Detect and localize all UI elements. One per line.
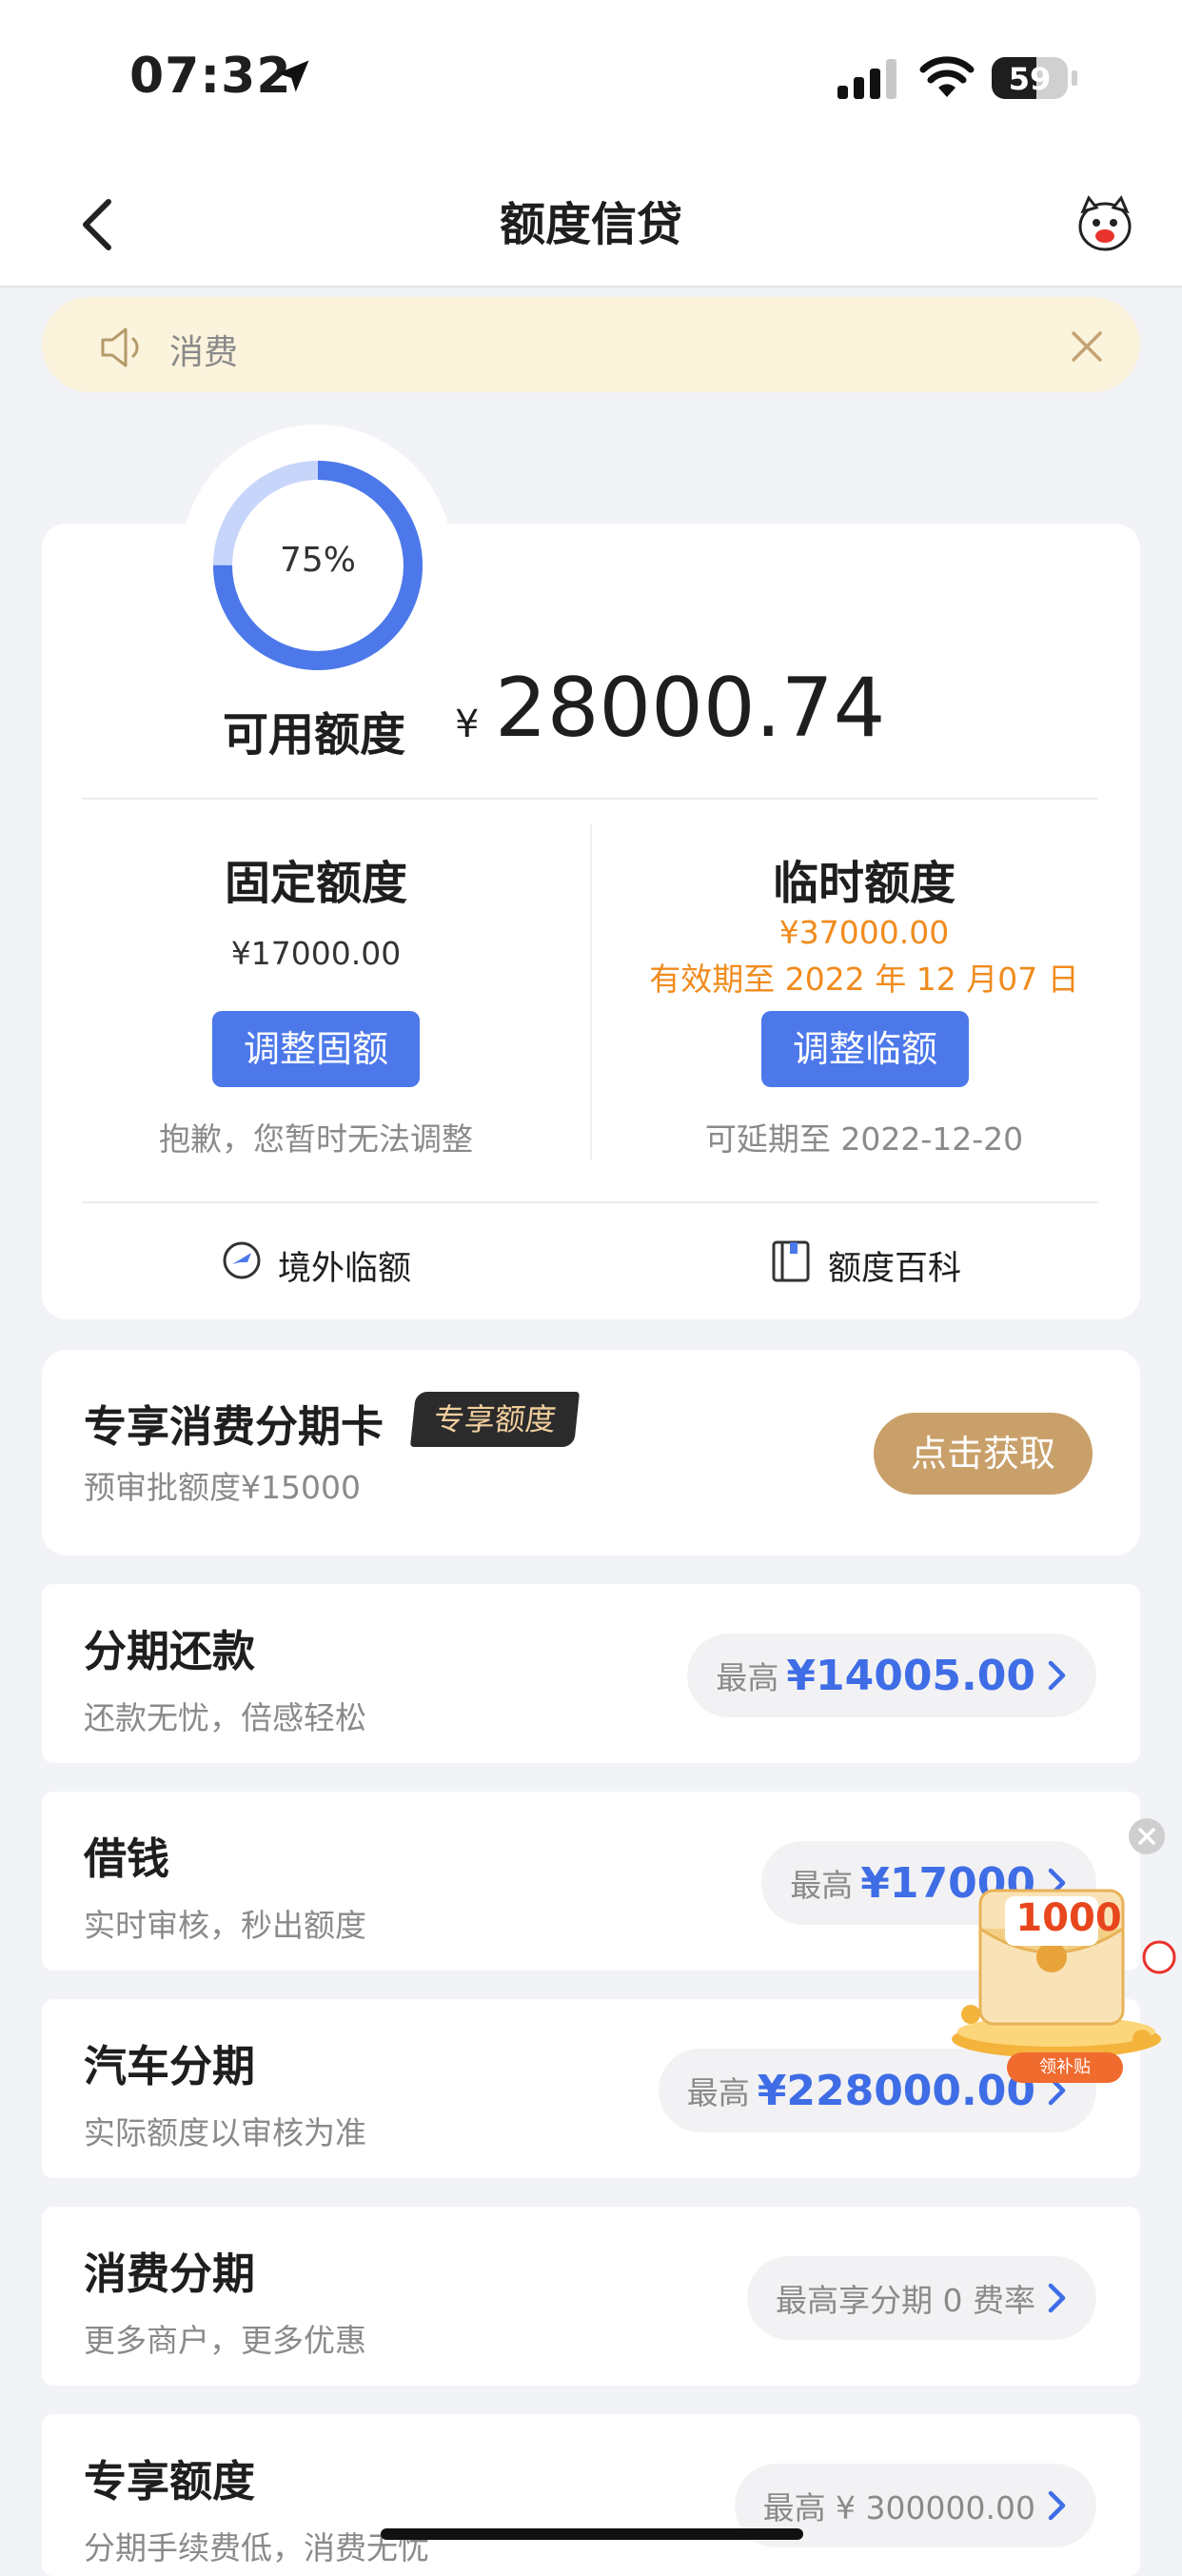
mascot-avatar-icon[interactable] [1074, 194, 1136, 253]
available-limit-label: 可用额度 [223, 708, 406, 762]
max-prefix: 最高 [686, 2074, 750, 2111]
max-prefix: 最高 [790, 1867, 854, 1904]
wifi-icon [919, 56, 975, 97]
list-item-title: 借钱 [84, 1833, 170, 1884]
ad-close-icon[interactable] [1129, 1818, 1165, 1854]
temporary-limit-validity: 有效期至 2022 年 12 月07 日 [649, 961, 1079, 998]
page-title: 额度信贷 [499, 198, 682, 251]
list-item-title: 消费分期 [84, 2249, 256, 2299]
get-now-button[interactable]: 点击获取 [874, 1413, 1093, 1495]
max-amount-pill[interactable]: 最高 ¥14005.00 [687, 1634, 1096, 1717]
chevron-right-icon [1048, 2283, 1066, 2313]
divider [82, 798, 1098, 800]
chevron-right-icon [1048, 2490, 1066, 2521]
battery-indicator: 59 [992, 57, 1079, 101]
divider [82, 1201, 1098, 1203]
list-item-subtitle: 实际额度以审核为准 [84, 2114, 366, 2151]
max-prefix: 最高 [716, 1659, 779, 1696]
cellular-signal-icon [837, 59, 896, 99]
red-envelope-ad-icon[interactable] [942, 1814, 1180, 2091]
exclusive-card-title: 专享消费分期卡 [84, 1401, 384, 1452]
fixed-limit-title: 固定额度 [224, 857, 407, 910]
list-item-title: 汽车分期 [84, 2041, 256, 2091]
ring-percent-label: 75% [279, 541, 356, 580]
list-item-title: 分期还款 [84, 1626, 256, 1676]
available-limit-amount: 28000.74 [495, 661, 886, 756]
adjust-fixed-button[interactable]: 调整固额 [212, 1011, 420, 1087]
speaker-icon [101, 327, 139, 367]
list-item-title: 专享额度 [84, 2456, 256, 2507]
exclusive-card-subtitle: 预审批额度¥15000 [84, 1469, 361, 1506]
temporary-limit-value: ¥37000.00 [778, 914, 950, 951]
max-rate-text: 最高享分期 0 费率 [776, 2282, 1035, 2319]
exclusive-badge: 专享额度 [409, 1392, 581, 1447]
airplane-overseas-icon[interactable] [221, 1239, 263, 1281]
overseas-limit-link[interactable]: 境外临额 [278, 1241, 411, 1290]
list-item-subtitle: 更多商户，更多优惠 [84, 2322, 366, 2359]
notice-text: 消费 [169, 333, 239, 372]
list-item-subtitle: 还款无忧，倍感轻松 [84, 1699, 366, 1736]
battery-percent: 59 [1008, 61, 1052, 97]
max-amount-text: 最高 ¥ 300000.00 [762, 2489, 1035, 2526]
list-item-subtitle: 实时审核，秒出额度 [84, 1907, 366, 1944]
ad-tag[interactable]: 领补贴 [1007, 2052, 1123, 2083]
currency-symbol: ¥ [455, 703, 480, 746]
limit-wiki-link[interactable]: 额度百科 [828, 1241, 961, 1290]
close-icon[interactable] [1068, 327, 1106, 366]
back-chevron-icon[interactable] [76, 196, 118, 253]
adjust-temporary-button[interactable]: 调整临额 [761, 1011, 969, 1087]
max-amount: ¥14005.00 [786, 1651, 1035, 1700]
list-item-subtitle: 分期手续费低，消费无忧 [84, 2529, 429, 2566]
fixed-limit-value: ¥17000.00 [230, 935, 402, 972]
temporary-limit-title: 临时额度 [772, 857, 955, 910]
status-time: 07:32 [129, 48, 292, 105]
home-indicator [381, 2528, 803, 2540]
chevron-right-icon [1048, 1660, 1066, 1691]
location-arrow-icon [277, 60, 309, 92]
temporary-limit-note: 可延期至 2022-12-20 [704, 1120, 1024, 1158]
fixed-limit-note: 抱歉，您暂时无法调整 [159, 1120, 473, 1158]
max-amount-pill[interactable]: 最高享分期 0 费率 [747, 2256, 1096, 2340]
ad-amount: 1000 [1015, 1896, 1122, 1940]
book-icon[interactable] [771, 1239, 811, 1283]
